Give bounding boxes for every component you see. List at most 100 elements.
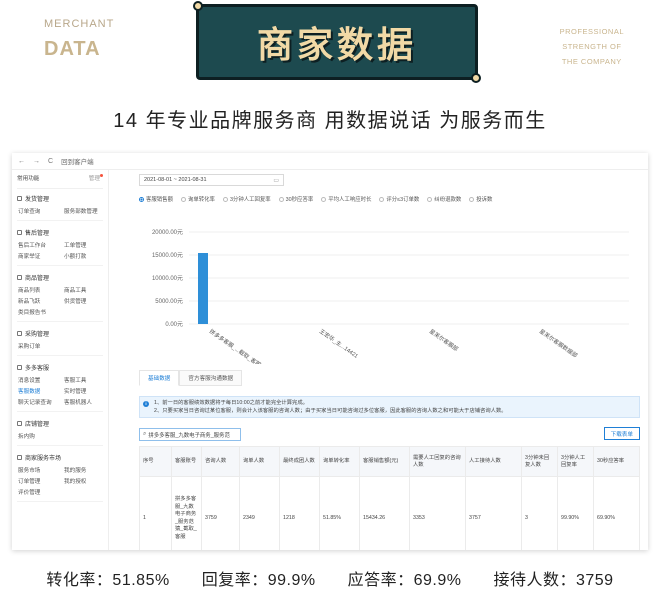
sidebar-item[interactable]: 客服机器人: [64, 398, 104, 406]
metric-option[interactable]: 30秒应答率: [278, 195, 313, 203]
table-header: 3分钟人工回复率: [557, 446, 594, 477]
sidebar-item[interactable]: 服务市场: [18, 466, 64, 474]
info-notice: i 1、前一日的客服绩效数据将于每日10:00之前才能完全计算完成。 2、只要买…: [139, 396, 640, 418]
manage-link[interactable]: 管理: [89, 174, 103, 182]
metric-option[interactable]: 3分钟人工回复率: [222, 195, 271, 203]
sidebar-section-market: 商家服务市场 服务市场 我的服务 订单管理 我的授权 评价管理: [17, 453, 103, 502]
brand-right-line: PROFESSIONAL: [559, 27, 624, 36]
download-button[interactable]: 下载表单: [603, 427, 640, 440]
sidebar-item[interactable]: 售后工作台: [18, 241, 64, 249]
table-row: 1 拼多多客服_九数电子商务_服务范猿_截取_客服 3759 2349 1218…: [139, 476, 640, 550]
y-tick-label: 20000.00元: [152, 229, 183, 236]
tab-official-service-data[interactable]: 官方客服沟通数据: [179, 370, 243, 386]
metric-option[interactable]: 评分≤3订单数: [379, 195, 419, 203]
table-cell: 3759: [201, 476, 240, 550]
sidebar-section-store: 店铺管理 拆内购: [17, 419, 103, 446]
refresh-icon[interactable]: C: [48, 158, 53, 165]
sidebar-section-goods: 商品管理 商品列表 商品工具 新品飞跃 供货管理 类目报告书: [17, 273, 103, 322]
sidebar-section-title[interactable]: 发货管理: [17, 194, 103, 203]
sidebar-item[interactable]: 服务部数管理: [64, 207, 104, 215]
table-cell: 3757: [465, 476, 522, 550]
table-header: 最终成团人数: [279, 446, 320, 477]
sidebar-item[interactable]: 实时管理: [64, 387, 104, 395]
sidebar-item[interactable]: 消息设置: [18, 376, 64, 384]
notice-line: 2、只要买家当日咨询过某位客服，则会计入该客服的咨询人数；由于买家当日可能咨询过…: [154, 408, 507, 414]
pin-icon: [193, 1, 203, 11]
brand-right-line: THE COMPANY: [561, 57, 622, 66]
sidebar-item[interactable]: 类目报告书: [18, 308, 64, 316]
truck-icon: [17, 196, 22, 201]
stat-reply-rate: 回复率：99.9%: [201, 572, 316, 589]
table-header: 序号: [139, 446, 172, 477]
box-icon: [17, 275, 22, 280]
stat-conversion: 转化率：51.85%: [46, 572, 170, 589]
metric-option[interactable]: 平均人工响应时长: [321, 195, 371, 203]
table-cell: 拼多多客服_九数电子商务_服务范猿_截取_客服: [171, 476, 202, 550]
title-banner: 商家数据: [193, 1, 481, 83]
sidebar-section-title[interactable]: 商家服务市场: [17, 453, 103, 462]
sidebar-item[interactable]: 我的服务: [64, 466, 104, 474]
sidebar-item[interactable]: 工单管理: [64, 241, 104, 249]
sidebar-item-active[interactable]: 客服数据: [18, 387, 64, 395]
table-cell: 15434.26: [359, 476, 410, 550]
sidebar-section-title[interactable]: 店铺管理: [17, 419, 103, 428]
sidebar-item[interactable]: 商家举证: [18, 252, 64, 260]
sidebar-header: 常用功能 管理: [17, 174, 103, 189]
sidebar-section-aftersales: 售后管理 售后工作台 工单管理 商家举证 小额打款: [17, 228, 103, 266]
sidebar-item[interactable]: 拆内购: [18, 432, 64, 440]
data-tabs: 基础数据 官方客服沟通数据: [139, 370, 243, 386]
metric-option[interactable]: 客服销售额: [139, 195, 173, 203]
sidebar-item[interactable]: 供货管理: [64, 297, 104, 305]
service-data-table: 序号 客服账号 咨询人数 询单人数 最终成团人数 询单转化率 客服销售额(元) …: [139, 446, 640, 550]
sidebar-section-shipping: 发货管理 订单查询 服务部数管理: [17, 194, 103, 221]
forward-icon[interactable]: →: [33, 158, 40, 165]
radio-icon: [321, 196, 327, 202]
sidebar-section-title[interactable]: 商品管理: [17, 273, 103, 282]
radio-icon: [427, 196, 433, 202]
service-account-search[interactable]: ⌕ 拼多多客服_九数电子商务_服务范: [139, 428, 241, 441]
x-tick-label: 拼多多客服_...截取_客服: [208, 327, 263, 364]
search-icon: ⌕: [143, 431, 147, 437]
table-header: 客服销售额(元): [359, 446, 410, 477]
sidebar-section-title[interactable]: 多多客服: [17, 363, 103, 372]
search-value: 拼多多客服_九数电子商务_服务范: [148, 432, 230, 439]
radio-icon: [222, 196, 228, 202]
table-cell: 3353: [409, 476, 466, 550]
table-cell: 1: [139, 476, 172, 550]
x-tick-label: 星芙尔客服部: [428, 327, 460, 353]
x-tick-label: 星芙尔客服数据部: [538, 327, 580, 359]
sidebar-item[interactable]: 评价管理: [18, 488, 64, 496]
calendar-icon: ▭: [273, 178, 279, 184]
date-range-picker[interactable]: 2021-08-01 ~ 2021-08-31 ▭: [139, 174, 284, 186]
tab-basic-data[interactable]: 基础数据: [139, 370, 180, 386]
sidebar-item[interactable]: 小额打款: [64, 252, 104, 260]
sidebar-item[interactable]: 聊天记录查询: [18, 398, 64, 406]
sidebar-item[interactable]: 商品列表: [18, 286, 64, 294]
table-header-row: 序号 客服账号 咨询人数 询单人数 最终成团人数 询单转化率 客服销售额(元) …: [139, 446, 640, 477]
nav-title[interactable]: 回到客户端: [61, 156, 94, 166]
notice-line: 1、前一日的客服绩效数据将于每日10:00之前才能完全计算完成。: [154, 400, 308, 406]
sidebar-item[interactable]: 商品工具: [64, 286, 104, 294]
table-cell: 99.90%: [557, 476, 594, 550]
sidebar-item[interactable]: 客服工具: [64, 376, 104, 384]
sidebar-item[interactable]: 订单查询: [18, 207, 64, 215]
notification-dot-icon: [100, 174, 103, 177]
sidebar-section-title[interactable]: 采购管理: [17, 329, 103, 338]
sidebar-item[interactable]: 我的授权: [64, 477, 104, 485]
y-tick-label: 15000.00元: [152, 252, 183, 259]
sidebar-section-title[interactable]: 售后管理: [17, 228, 103, 237]
stat-reception: 接待人数：3759: [493, 572, 614, 589]
metric-option[interactable]: 纠纷退款数: [427, 195, 461, 203]
metric-option[interactable]: 询单转化率: [180, 195, 215, 203]
metric-radio-group: 客服销售额 询单转化率 3分钟人工回复率 30秒应答率 平均人工响应时长 评分≤…: [139, 195, 492, 203]
sidebar-item[interactable]: 采购订单: [18, 342, 64, 350]
back-icon[interactable]: ←: [18, 158, 25, 165]
metric-option[interactable]: 投诉数: [469, 195, 492, 203]
headset-icon: [17, 365, 22, 370]
y-tick-label: 0.00元: [165, 321, 183, 328]
cart-icon: [17, 331, 22, 336]
sidebar-item[interactable]: 订单管理: [18, 477, 64, 485]
sidebar-item[interactable]: 新品飞跃: [18, 297, 64, 305]
sidebar-section-purchase: 采购管理 采购订单: [17, 329, 103, 356]
sidebar: 常用功能 管理 发货管理 订单查询 服务部数管理 售后管理 售后工作台 工单管理…: [12, 170, 109, 550]
